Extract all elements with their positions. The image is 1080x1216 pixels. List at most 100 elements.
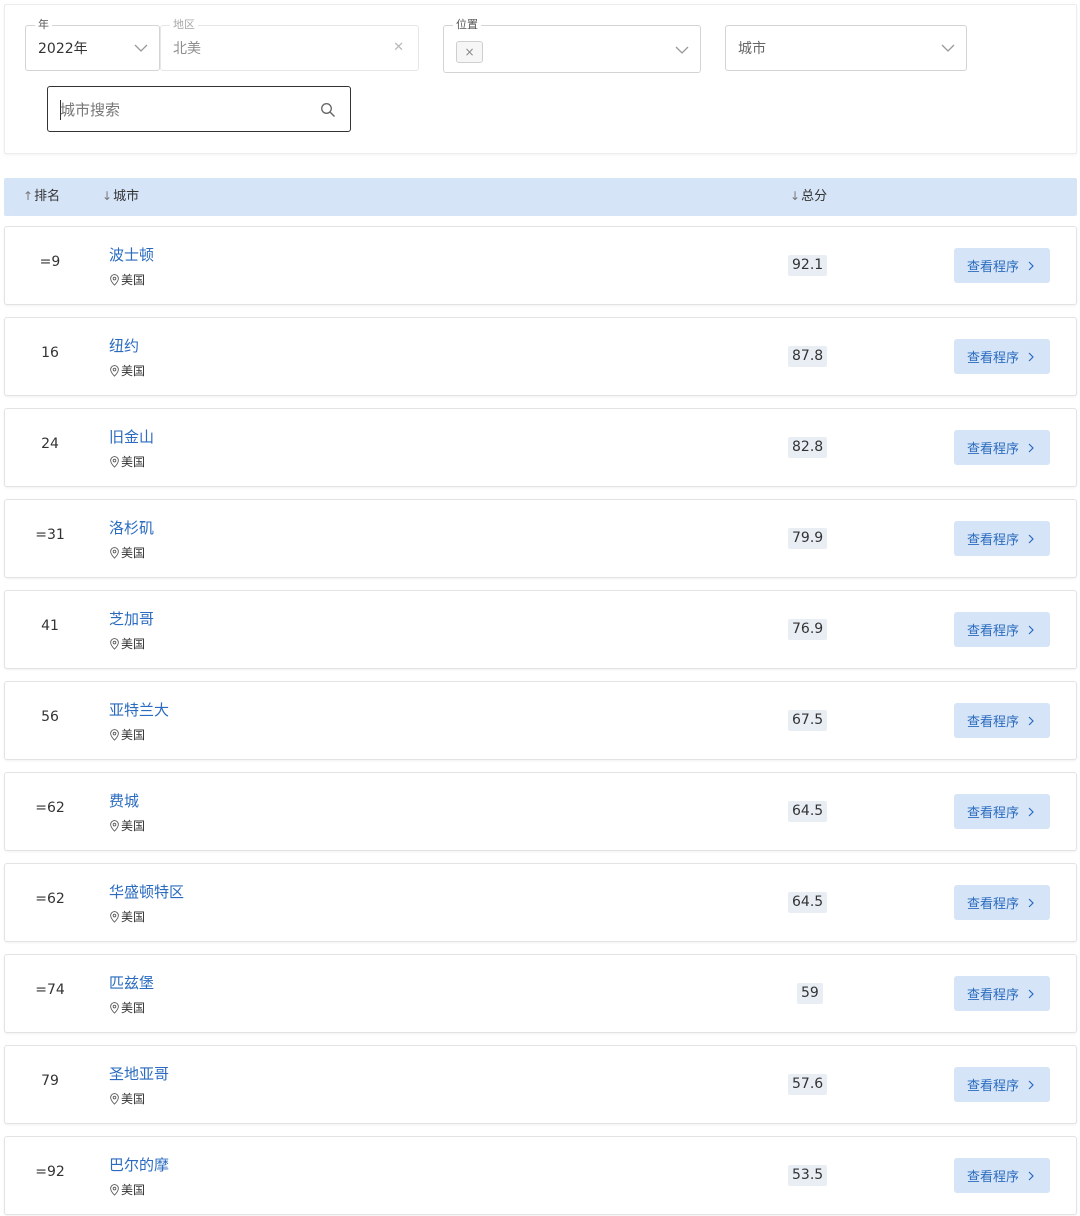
- score-value: 57.6: [788, 1074, 828, 1095]
- score-value: 59: [797, 983, 823, 1004]
- chevron-down-icon: [134, 44, 148, 52]
- year-select[interactable]: 年 2022年: [25, 18, 160, 71]
- score-value: 64.5: [788, 801, 828, 822]
- location-pin-icon: [110, 1002, 119, 1014]
- view-programs-button[interactable]: 查看程序: [954, 430, 1050, 465]
- view-programs-button[interactable]: 查看程序: [954, 794, 1050, 829]
- view-programs-button[interactable]: 查看程序: [954, 885, 1050, 920]
- sort-rank-header[interactable]: ↑排名: [23, 188, 60, 205]
- sort-city-header[interactable]: ↓城市: [102, 188, 139, 205]
- view-programs-button[interactable]: 查看程序: [954, 521, 1050, 556]
- score-value: 92.1: [788, 255, 828, 276]
- city-search-input[interactable]: [60, 99, 300, 121]
- country-label: 美国: [109, 364, 145, 378]
- location-pin-icon: [110, 1093, 119, 1105]
- table-row: =62 费城 美国 64.5 查看程序: [4, 772, 1077, 851]
- region-select-value: 北美: [173, 41, 201, 57]
- city-link[interactable]: 圣地亚哥: [109, 1064, 169, 1084]
- view-programs-label: 查看程序: [966, 624, 1019, 639]
- chevron-down-icon: [941, 44, 955, 52]
- arrow-up-icon: ↑: [23, 189, 34, 203]
- city-header-label: 城市: [113, 189, 140, 204]
- rank-value: =31: [35, 527, 65, 543]
- region-select[interactable]: 地区 北美 ✕: [160, 18, 419, 71]
- rank-value: =62: [35, 800, 65, 816]
- close-icon[interactable]: ✕: [393, 41, 404, 55]
- view-programs-button[interactable]: 查看程序: [954, 1158, 1050, 1193]
- country-label: 美国: [109, 455, 145, 469]
- view-programs-button[interactable]: 查看程序: [954, 1067, 1050, 1102]
- country-label: 美国: [109, 819, 145, 833]
- country-label: 美国: [109, 910, 145, 924]
- city-link[interactable]: 华盛顿特区: [109, 882, 184, 902]
- location-pin-icon: [110, 274, 119, 286]
- chevron-right-icon: [1028, 716, 1034, 725]
- chevron-right-icon: [1028, 352, 1034, 361]
- location-pin-icon: [110, 638, 119, 650]
- city-link[interactable]: 纽约: [109, 336, 139, 356]
- location-pin-icon: [110, 729, 119, 741]
- chevron-right-icon: [1028, 1171, 1034, 1180]
- city-link[interactable]: 匹兹堡: [109, 973, 154, 993]
- table-row: =9 波士顿 美国 92.1 查看程序: [4, 226, 1077, 305]
- country-label: 美国: [109, 1092, 145, 1106]
- chevron-down-icon: [675, 46, 689, 54]
- chevron-right-icon: [1028, 807, 1034, 816]
- rank-value: 56: [41, 709, 59, 725]
- view-programs-button[interactable]: 查看程序: [954, 612, 1050, 647]
- view-programs-label: 查看程序: [966, 1079, 1019, 1094]
- country-name: 美国: [121, 1183, 146, 1197]
- score-header-label: 总分: [801, 189, 828, 204]
- city-search-box[interactable]: [47, 86, 351, 132]
- view-programs-button[interactable]: 查看程序: [954, 339, 1050, 374]
- sort-score-header[interactable]: ↓总分: [790, 188, 827, 205]
- view-programs-button[interactable]: 查看程序: [954, 976, 1050, 1011]
- country-label: 美国: [109, 273, 145, 287]
- rank-value: 24: [41, 436, 59, 452]
- view-programs-label: 查看程序: [966, 533, 1019, 548]
- text-caret: [60, 100, 61, 120]
- score-value: 87.8: [788, 346, 828, 367]
- view-programs-label: 查看程序: [966, 806, 1019, 821]
- table-row: 24 旧金山 美国 82.8 查看程序: [4, 408, 1077, 487]
- view-programs-button[interactable]: 查看程序: [954, 248, 1050, 283]
- rank-value: =74: [35, 982, 65, 998]
- region-select-label: 地区: [170, 18, 198, 32]
- view-programs-label: 查看程序: [966, 988, 1019, 1003]
- location-select[interactable]: 位置 ×: [443, 18, 701, 73]
- rank-value: =92: [35, 1164, 65, 1180]
- year-select-label: 年: [35, 18, 52, 32]
- score-value: 67.5: [788, 710, 828, 731]
- chevron-right-icon: [1028, 534, 1034, 543]
- city-link[interactable]: 旧金山: [109, 427, 154, 447]
- city-link[interactable]: 芝加哥: [109, 609, 154, 629]
- table-row: =92 巴尔的摩 美国 53.5 查看程序: [4, 1136, 1077, 1215]
- city-link[interactable]: 洛杉矶: [109, 518, 154, 538]
- country-name: 美国: [121, 455, 146, 469]
- country-name: 美国: [121, 910, 146, 924]
- location-pin-icon: [110, 911, 119, 923]
- table-row: 56 亚特兰大 美国 67.5 查看程序: [4, 681, 1077, 760]
- city-link[interactable]: 波士顿: [109, 245, 154, 265]
- city-link[interactable]: 巴尔的摩: [109, 1155, 169, 1175]
- location-chip-remove[interactable]: ×: [456, 41, 483, 63]
- location-select-label: 位置: [453, 18, 481, 32]
- rank-value: 16: [41, 345, 59, 361]
- chevron-right-icon: [1028, 898, 1034, 907]
- location-pin-icon: [110, 456, 119, 468]
- search-icon[interactable]: [320, 102, 336, 118]
- city-link[interactable]: 亚特兰大: [109, 700, 169, 720]
- score-value: 79.9: [788, 528, 828, 549]
- score-value: 82.8: [788, 437, 828, 458]
- view-programs-label: 查看程序: [966, 260, 1019, 275]
- view-programs-label: 查看程序: [966, 442, 1019, 457]
- location-pin-icon: [110, 820, 119, 832]
- city-select[interactable]: 城市: [725, 25, 967, 71]
- view-programs-label: 查看程序: [966, 1170, 1019, 1185]
- chevron-right-icon: [1028, 625, 1034, 634]
- location-pin-icon: [110, 365, 119, 377]
- chevron-right-icon: [1028, 989, 1034, 998]
- view-programs-button[interactable]: 查看程序: [954, 703, 1050, 738]
- rank-value: =62: [35, 891, 65, 907]
- city-link[interactable]: 费城: [109, 791, 139, 811]
